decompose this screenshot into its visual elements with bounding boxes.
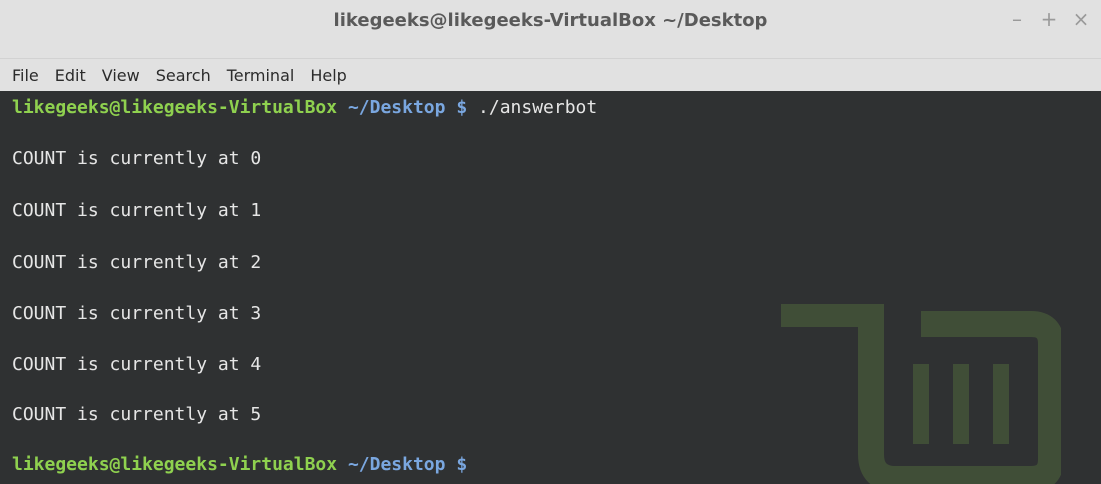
output-line: COUNT is currently at 0: [12, 148, 262, 169]
output-line: COUNT is currently at 1: [12, 200, 262, 221]
menu-bar: File Edit View Search Terminal Help: [0, 59, 1101, 91]
linux-mint-logo-icon: [781, 304, 1061, 484]
command-text: ./answerbot: [478, 97, 598, 118]
menu-terminal[interactable]: Terminal: [219, 66, 303, 85]
terminal-area[interactable]: likegeeks@likegeeks-VirtualBox ~/Desktop…: [0, 91, 1101, 484]
window-controls: – + ×: [1007, 8, 1091, 30]
close-button[interactable]: ×: [1071, 8, 1091, 30]
menu-view[interactable]: View: [94, 66, 148, 85]
prompt-user: likegeeks@likegeeks-VirtualBox: [12, 454, 338, 475]
output-line: COUNT is currently at 3: [12, 303, 262, 324]
menu-help[interactable]: Help: [302, 66, 354, 85]
maximize-button[interactable]: +: [1039, 8, 1059, 30]
minimize-button[interactable]: –: [1007, 8, 1027, 30]
menu-search[interactable]: Search: [148, 66, 219, 85]
output-line: COUNT is currently at 5: [12, 404, 262, 425]
prompt-user: likegeeks@likegeeks-VirtualBox: [12, 97, 338, 118]
terminal-window: likegeeks@likegeeks-VirtualBox ~/Desktop…: [0, 0, 1101, 484]
window-title: likegeeks@likegeeks-VirtualBox ~/Desktop: [333, 10, 768, 31]
prompt-path: ~/Desktop $: [347, 454, 468, 475]
prompt-line: likegeeks@likegeeks-VirtualBox ~/Desktop…: [12, 454, 467, 475]
command-line: likegeeks@likegeeks-VirtualBox ~/Desktop…: [12, 97, 597, 118]
menu-edit[interactable]: Edit: [47, 66, 94, 85]
prompt-path: ~/Desktop $: [347, 97, 468, 118]
output-line: COUNT is currently at 2: [12, 252, 262, 273]
title-bar[interactable]: likegeeks@likegeeks-VirtualBox ~/Desktop…: [0, 0, 1101, 59]
output-line: COUNT is currently at 4: [12, 354, 262, 375]
menu-file[interactable]: File: [4, 66, 47, 85]
